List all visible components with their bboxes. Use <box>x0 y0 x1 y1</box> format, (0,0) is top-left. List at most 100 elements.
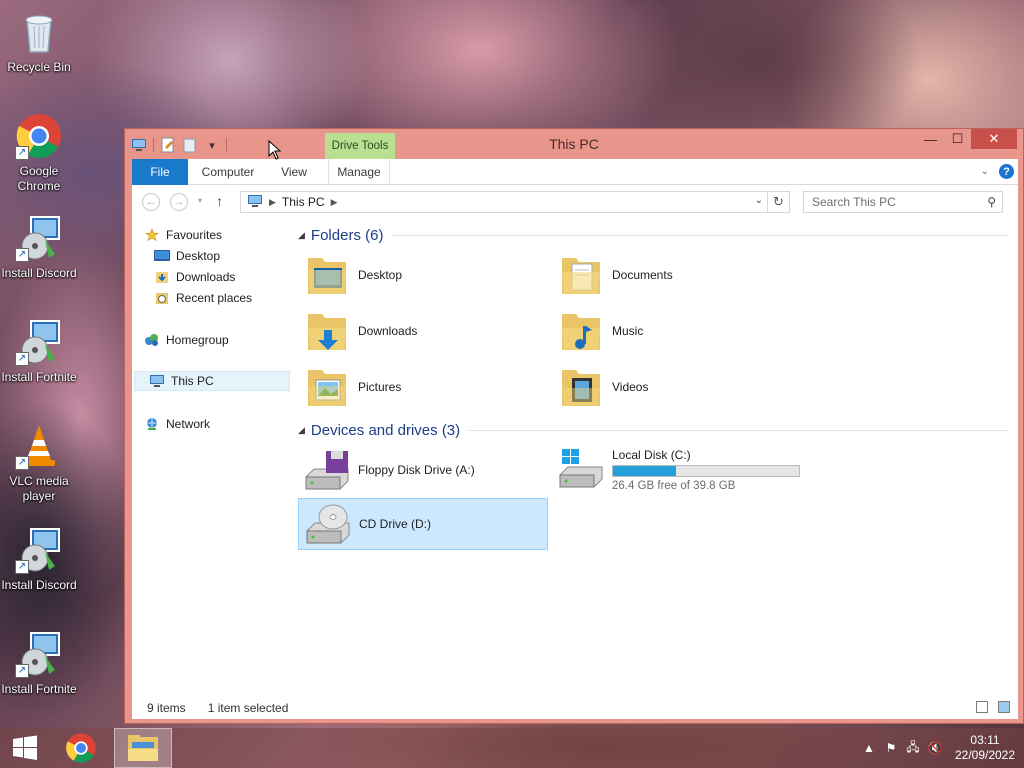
maximize-button[interactable]: ☐ <box>944 129 971 149</box>
star-icon <box>144 227 160 243</box>
nav-favourites[interactable]: Favourites <box>144 225 300 245</box>
desktop-icon-install-fortnite[interactable]: ↗ Install Fortnite <box>0 318 78 385</box>
recycle-bin-icon <box>15 8 63 56</box>
this-pc-icon <box>149 373 165 389</box>
drive-cd-d[interactable]: CD Drive (D:) <box>298 498 548 550</box>
nav-homegroup[interactable]: Homegroup <box>144 330 300 350</box>
forward-button[interactable]: → <box>170 193 188 211</box>
content-pane: ◢ Folders (6) Desktop Documents Download… <box>298 219 1010 699</box>
shortcut-arrow-icon: ↗ <box>15 560 29 574</box>
help-icon[interactable]: ? <box>999 164 1014 179</box>
downloads-folder-icon <box>154 269 170 285</box>
breadcrumb-chevron-icon[interactable]: ▶ <box>269 197 276 208</box>
local-disk-icon <box>556 445 606 495</box>
disk-free-text: 26.4 GB free of 39.8 GB <box>612 480 736 492</box>
nav-label: Favourites <box>166 228 223 242</box>
videos-folder-icon <box>556 362 606 412</box>
nav-this-pc[interactable]: This PC <box>134 371 290 391</box>
search-icon[interactable]: ⚲ <box>987 195 996 209</box>
address-bar[interactable]: ▶ This PC ▶ ⌄ ↻ <box>240 191 790 213</box>
search-placeholder: Search This PC <box>812 195 896 209</box>
tab-file[interactable]: File <box>132 159 188 185</box>
pictures-folder-icon <box>302 362 352 412</box>
tile-label: Local Disk (C:) <box>612 448 691 462</box>
folder-videos[interactable]: Videos <box>552 361 802 413</box>
volume-muted-icon[interactable]: 🔇 <box>924 741 946 755</box>
desktop-icon-label: Install Discord <box>1 578 77 592</box>
address-dropdown-icon[interactable]: ⌄ <box>755 195 763 206</box>
file-explorer-icon <box>128 735 158 761</box>
installer-icon: ↗ <box>15 526 63 574</box>
tab-computer[interactable]: Computer <box>196 159 260 185</box>
desktop-icon-install-fortnite[interactable]: ↗ Install Fortnite <box>0 630 78 697</box>
navigation-bar: ← → ▾ ↑ ▶ This PC ▶ ⌄ ↻ Search This PC ⚲ <box>132 185 1018 219</box>
shortcut-arrow-icon: ↗ <box>15 664 29 678</box>
start-button[interactable] <box>0 728 50 768</box>
installer-icon: ↗ <box>15 630 63 678</box>
collapse-triangle-icon[interactable]: ◢ <box>298 230 305 241</box>
action-center-flag-icon[interactable]: ⚑ <box>880 741 902 755</box>
disk-usage-fill <box>613 466 676 476</box>
devices-group-header[interactable]: ◢ Devices and drives (3) <box>298 422 1008 439</box>
view-switcher <box>976 701 1010 713</box>
desktop-icon-vlc[interactable]: ↗ VLC media player <box>0 422 78 504</box>
title-bar[interactable]: ▾ Drive Tools This PC — ☐ ✕ <box>125 129 1023 159</box>
collapse-triangle-icon[interactable]: ◢ <box>298 425 305 436</box>
desktop-icon-label: Install Fortnite <box>1 682 77 696</box>
folder-desktop[interactable]: Desktop <box>298 249 548 301</box>
folders-group-header[interactable]: ◢ Folders (6) <box>298 227 1008 244</box>
documents-folder-icon <box>556 250 606 300</box>
nav-label: Network <box>166 417 211 431</box>
tile-label: Music <box>612 324 644 338</box>
search-input[interactable]: Search This PC ⚲ <box>803 191 1003 213</box>
ribbon-tabs: File Computer View Manage ⌄ ? <box>132 159 1018 185</box>
clock-time: 03:11 <box>970 733 1000 747</box>
system-tray: ▲ ⚑ 🖧 🔇 03:11 22/09/2022 <box>858 728 1024 768</box>
close-button[interactable]: ✕ <box>971 129 1017 149</box>
desktop-icon-label: Google Chrome <box>17 164 61 193</box>
desktop-icon-install-discord[interactable]: ↗ Install Discord <box>0 214 78 281</box>
up-button[interactable]: ↑ <box>216 193 223 209</box>
breadcrumb-chevron-icon[interactable]: ▶ <box>331 197 338 208</box>
folder-documents[interactable]: Documents <box>552 249 802 301</box>
clock[interactable]: 03:11 22/09/2022 <box>946 733 1024 763</box>
status-bar: 9 items 1 item selected <box>132 697 1018 719</box>
group-title: Folders (6) <box>310 227 384 244</box>
nav-label: Downloads <box>176 270 236 284</box>
folder-downloads[interactable]: Downloads <box>298 305 548 357</box>
details-view-icon[interactable] <box>976 701 988 713</box>
tile-label: Documents <box>612 268 673 282</box>
drive-floppy-a[interactable]: Floppy Disk Drive (A:) <box>298 444 548 496</box>
desktop-icon-chrome[interactable]: ↗ Google Chrome <box>0 112 78 194</box>
vlc-icon: ↗ <box>15 422 63 470</box>
nav-label: Recent places <box>176 291 253 305</box>
desktop-icon-install-discord[interactable]: ↗ Install Discord <box>0 526 78 593</box>
network-status-icon[interactable]: 🖧 <box>902 738 924 759</box>
minimize-button[interactable]: — <box>917 129 944 149</box>
nav-recent-places[interactable]: Recent places <box>154 288 310 308</box>
large-icons-view-icon[interactable] <box>998 701 1010 713</box>
show-hidden-icons-icon[interactable]: ▲ <box>858 741 880 755</box>
recent-locations-icon[interactable]: ▾ <box>198 196 202 205</box>
breadcrumb-this-pc[interactable]: This PC <box>282 195 325 209</box>
music-folder-icon <box>556 306 606 356</box>
back-button[interactable]: ← <box>142 193 160 211</box>
desktop-folder-icon <box>302 250 352 300</box>
nav-network[interactable]: Network <box>144 414 300 434</box>
refresh-icon[interactable]: ↻ <box>767 192 789 212</box>
windows-logo-icon <box>13 735 37 760</box>
taskbar-file-explorer[interactable] <box>114 728 172 768</box>
tile-label: CD Drive (D:) <box>359 517 431 531</box>
tile-label: Floppy Disk Drive (A:) <box>358 463 475 477</box>
expand-ribbon-icon[interactable]: ⌄ <box>981 166 989 177</box>
nav-downloads[interactable]: Downloads <box>154 267 310 287</box>
network-icon <box>144 416 160 432</box>
desktop-icon-recycle-bin[interactable]: Recycle Bin <box>0 8 78 75</box>
nav-desktop[interactable]: Desktop <box>154 246 310 266</box>
folder-pictures[interactable]: Pictures <box>298 361 548 413</box>
tab-manage[interactable]: Manage <box>328 159 390 185</box>
drive-local-disk-c[interactable]: Local Disk (C:) 26.4 GB free of 39.8 GB <box>552 444 852 496</box>
folder-music[interactable]: Music <box>552 305 802 357</box>
clock-date: 22/09/2022 <box>954 748 1016 762</box>
taskbar-chrome[interactable] <box>56 728 106 768</box>
